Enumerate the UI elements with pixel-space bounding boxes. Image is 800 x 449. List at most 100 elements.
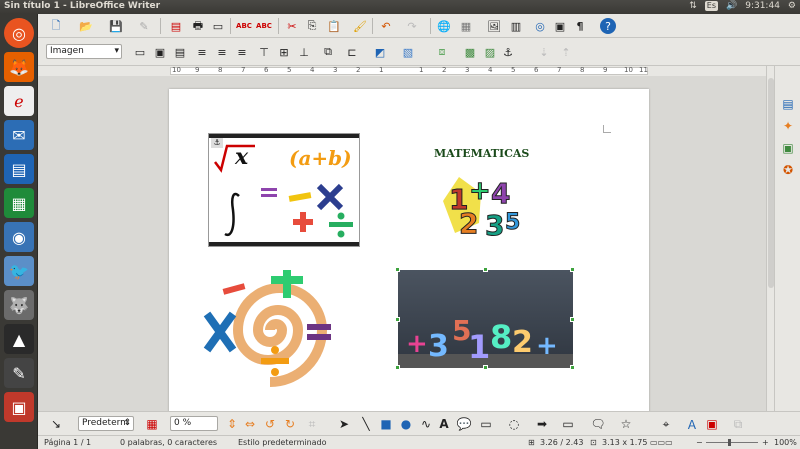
styles-icon[interactable]: ✦	[780, 118, 796, 134]
crop-icon[interactable]: ⌗	[304, 416, 320, 432]
callouts-icon[interactable]: 🗨	[590, 416, 606, 432]
edit-mode-icon[interactable]: ✎	[136, 18, 152, 34]
block-arrows-icon[interactable]: ➡	[534, 416, 550, 432]
formatting-marks-icon[interactable]: ¶	[572, 18, 588, 34]
line-color-icon[interactable]: ▦	[144, 416, 160, 432]
keyboard-layout-indicator[interactable]: Es	[704, 1, 718, 11]
zoom-in-icon[interactable]: +	[762, 438, 769, 447]
print-icon[interactable]: 🖶	[190, 18, 206, 34]
stars-icon[interactable]: ☆	[618, 416, 634, 432]
zoom-level[interactable]: 100%	[774, 438, 797, 447]
gallery-icon[interactable]: ▣	[552, 18, 568, 34]
spiral-math-image[interactable]	[203, 266, 349, 392]
thunderbird-icon[interactable]: ✉	[4, 120, 34, 150]
gallery-sidebar-icon[interactable]: ▣	[780, 140, 796, 156]
document-canvas[interactable]: ⚓ x (a+b) MATEMATICAS 1 + 4 2 3 5 + 3 5 …	[38, 76, 766, 411]
background-color-icon[interactable]: ▧	[400, 44, 416, 60]
text-tool-icon[interactable]: A	[436, 416, 452, 432]
math-symbols-image[interactable]: ⚓ x (a+b)	[208, 133, 360, 247]
calc-icon[interactable]: ▦	[4, 188, 34, 218]
print-preview-icon[interactable]: ▭	[210, 18, 226, 34]
app-stack-icon[interactable]: ▣	[4, 392, 34, 422]
symbol-shapes-icon[interactable]: ◌	[506, 416, 522, 432]
page-style[interactable]: Estilo predeterminado	[238, 438, 327, 447]
selection-handle[interactable]	[570, 317, 575, 322]
send-backward-icon[interactable]: ▨	[482, 44, 498, 60]
hyperlink-icon[interactable]: 🌐	[436, 18, 452, 34]
clone-formatting-icon[interactable]: 🖌	[352, 18, 368, 34]
new-document-icon[interactable]: 🗋	[48, 18, 64, 34]
chart-icon[interactable]: ▥	[508, 18, 524, 34]
arrange-icon[interactable]: ⧉	[320, 44, 336, 60]
zoom-slider-thumb[interactable]	[728, 439, 731, 446]
align-center-icon[interactable]: ≡	[214, 44, 230, 60]
ellipse-icon[interactable]: ●	[398, 416, 414, 432]
cut-icon[interactable]: ✂	[284, 18, 300, 34]
text-editor-icon[interactable]: ℯ	[4, 86, 34, 116]
insert-image-draw-icon[interactable]: ▣	[704, 416, 720, 432]
pencil-app-icon[interactable]: ✎	[4, 358, 34, 388]
inkscape-icon[interactable]: ▲	[4, 324, 34, 354]
basic-shapes-icon[interactable]: ▭	[478, 416, 494, 432]
vertical-scrollbar[interactable]	[766, 66, 774, 411]
rotate-right-icon[interactable]: ↻	[282, 416, 298, 432]
view-mode-icon[interactable]: ▭▭▭	[650, 438, 673, 447]
bring-forward-icon[interactable]: ▩	[462, 44, 478, 60]
extrusion-icon[interactable]: ⧉	[730, 416, 746, 432]
align-top-icon[interactable]: ⊤	[256, 44, 272, 60]
line-tool-icon[interactable]: ╲	[358, 416, 374, 432]
selection-handle[interactable]	[483, 365, 488, 370]
selection-handle[interactable]	[570, 267, 575, 272]
table-icon[interactable]: ▦	[458, 18, 474, 34]
save-icon[interactable]: 💾	[108, 18, 124, 34]
anchor-icon[interactable]: ⚓	[500, 44, 516, 60]
volume-icon[interactable]: 🔊	[726, 1, 737, 11]
document-page[interactable]: ⚓ x (a+b) MATEMATICAS 1 + 4 2 3 5 + 3 5 …	[169, 89, 649, 411]
selection-handle[interactable]	[395, 365, 400, 370]
paste-icon[interactable]: 📋	[326, 18, 342, 34]
rotate-left-icon[interactable]: ↺	[262, 416, 278, 432]
paragraph-style-combo[interactable]: Imagen ▾	[46, 44, 122, 59]
link-frames-icon[interactable]: ⇣	[536, 44, 552, 60]
flip-horizontal-icon[interactable]: ⇔	[242, 416, 258, 432]
gimp-icon[interactable]: 🐺	[4, 290, 34, 320]
writer-icon[interactable]: ▤	[4, 154, 34, 184]
firefox-icon[interactable]: 🦊	[4, 52, 34, 82]
align-left-icon[interactable]: ≡	[194, 44, 210, 60]
selection-handle[interactable]	[395, 267, 400, 272]
wrap-page-icon[interactable]: ▣	[152, 44, 168, 60]
software-center-icon[interactable]: ◉	[4, 222, 34, 252]
zoom-out-icon[interactable]: −	[696, 438, 703, 447]
numbers-photo-image[interactable]: + 3 5 1 8 2 +	[398, 270, 573, 368]
align-middle-icon[interactable]: ⊞	[276, 44, 292, 60]
curve-icon[interactable]: ∿	[418, 416, 434, 432]
help-icon[interactable]: ?	[600, 18, 616, 34]
points-icon[interactable]: ⌖	[658, 416, 674, 432]
horizontal-ruler[interactable]: 10 9 8 7 6 5 4 3 2 1 1 2 3 4 5 6 7 8 9 1…	[38, 66, 778, 76]
flowchart-icon[interactable]: ▭	[560, 416, 576, 432]
border-style-icon[interactable]: ◩	[372, 44, 388, 60]
zoom-slider[interactable]	[706, 442, 758, 443]
autospellcheck-icon[interactable]: ABC	[256, 18, 272, 34]
ubuntu-dash-icon[interactable]: ◎	[4, 18, 34, 48]
spellcheck-icon[interactable]: ABC	[236, 18, 252, 34]
bird-app-icon[interactable]: 🐦	[4, 256, 34, 286]
navigator-icon[interactable]: ◎	[532, 18, 548, 34]
line-style-combo[interactable]: Predeterm ⇕	[78, 416, 134, 431]
undo-icon[interactable]: ↶	[378, 18, 394, 34]
fontwork-icon[interactable]: Ａ	[684, 416, 700, 432]
align-bottom-icon[interactable]: ⊥	[296, 44, 312, 60]
copy-icon[interactable]: ⎘	[304, 18, 320, 34]
flip-vertical-icon[interactable]: ⇕	[224, 416, 240, 432]
settings-gear-icon[interactable]: ⚙	[788, 1, 796, 11]
align-right-icon[interactable]: ≡	[234, 44, 250, 60]
page-indicator[interactable]: Página 1 / 1	[44, 438, 91, 447]
insert-image-icon[interactable]: 🖼	[486, 18, 502, 34]
selection-handle[interactable]	[570, 365, 575, 370]
clock[interactable]: 9:31:44	[745, 1, 780, 11]
properties-icon[interactable]: ▤	[780, 96, 796, 112]
matematicas-image[interactable]: MATEMATICAS 1 + 4 2 3 5	[419, 147, 559, 251]
wrap-through-icon[interactable]: ▤	[172, 44, 188, 60]
line-arrow-icon[interactable]: ↘	[48, 416, 64, 432]
wrap-off-icon[interactable]: ▭	[132, 44, 148, 60]
